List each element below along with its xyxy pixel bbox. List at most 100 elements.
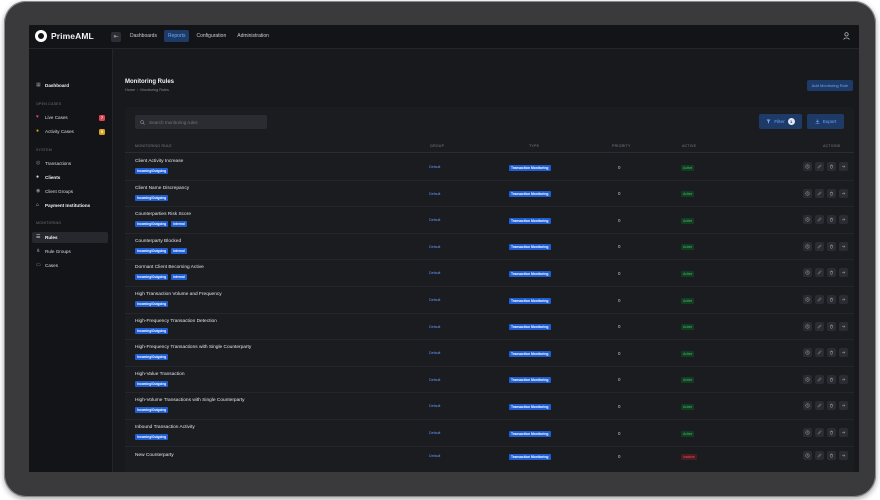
arrow-right-button[interactable]	[839, 428, 848, 437]
group-link[interactable]: Default	[429, 298, 440, 302]
history-button[interactable]	[803, 295, 812, 304]
arrow-right-button[interactable]	[839, 215, 848, 225]
user-icon[interactable]	[843, 32, 850, 40]
arrow-right-button[interactable]	[839, 321, 848, 331]
breadcrumb-home[interactable]: Home	[125, 88, 135, 92]
group-link[interactable]: Default	[429, 245, 440, 249]
history-button[interactable]	[803, 348, 812, 358]
link-button[interactable]	[815, 321, 824, 331]
link-button[interactable]	[815, 215, 824, 225]
history-button[interactable]	[803, 374, 812, 384]
link-button[interactable]	[815, 268, 824, 278]
link-button[interactable]	[815, 295, 824, 304]
sidebar-item-rule-groups[interactable]: ⋔ Rule Groups	[32, 246, 108, 257]
sidebar-item-activity-cases[interactable]: ● Activity Cases 5	[32, 126, 108, 137]
group-link[interactable]: Default	[429, 404, 440, 408]
group-link[interactable]: Default	[429, 431, 440, 435]
table-row[interactable]: High-Volume Transactions with Single Cou…	[125, 393, 854, 420]
delete-button[interactable]	[827, 295, 836, 304]
nav-administration[interactable]: Administration	[233, 30, 273, 42]
header-active[interactable]: ACTIVE	[682, 144, 696, 148]
sidebar-item-dashboard[interactable]: ▦ Dashboard	[32, 80, 108, 91]
group-link[interactable]: Default	[429, 454, 440, 458]
link-button[interactable]	[815, 241, 824, 251]
nav-dashboards[interactable]: Dashboards	[126, 30, 161, 42]
history-button[interactable]	[803, 401, 812, 411]
table-row[interactable]: New Counterparty Default Transaction Monit…	[125, 447, 854, 472]
search-input[interactable]	[149, 119, 259, 125]
table-row[interactable]: Client Name Discrepancy Incoming/Outgoing…	[125, 181, 854, 208]
brand[interactable]: PrimeAML	[35, 30, 94, 42]
delete-button[interactable]	[827, 268, 836, 278]
link-button[interactable]	[815, 162, 824, 171]
sidebar-item-payment-institutions[interactable]: ⌂ Payment Institutions	[32, 200, 108, 211]
link-button[interactable]	[815, 428, 824, 437]
rule-name[interactable]: Inbound Transaction Activity	[135, 425, 195, 430]
table-row[interactable]: High Transaction Volume and Frequency Inc…	[125, 287, 854, 314]
arrow-right-button[interactable]	[839, 374, 848, 384]
rule-name[interactable]: High-Value Transaction	[135, 372, 185, 377]
sidebar-collapse-button[interactable]: ⇤	[111, 32, 121, 42]
group-link[interactable]: Default	[429, 378, 440, 382]
arrow-right-button[interactable]	[839, 162, 848, 171]
history-button[interactable]	[803, 428, 812, 437]
arrow-right-button[interactable]	[839, 451, 848, 461]
arrow-right-button[interactable]	[839, 348, 848, 358]
rule-name[interactable]: Counterparties Risk Score	[135, 212, 191, 217]
table-row[interactable]: High-Frequency Transactions with Single …	[125, 340, 854, 367]
header-monitoring-rule[interactable]: MONITORING RULE	[135, 144, 172, 148]
table-row[interactable]: Client Activity Increase Incoming/Outgoin…	[125, 154, 854, 181]
rule-name[interactable]: High Transaction Volume and Frequency	[135, 292, 222, 297]
arrow-right-button[interactable]	[839, 295, 848, 304]
arrow-right-button[interactable]	[839, 188, 848, 198]
sidebar-item-client-groups[interactable]: ◉ Client Groups	[32, 186, 108, 197]
link-button[interactable]	[815, 188, 824, 198]
sidebar-item-live-cases[interactable]: ♥ Live Cases 7	[32, 112, 108, 123]
filter-button[interactable]: Filter 1	[759, 114, 802, 129]
arrow-right-button[interactable]	[839, 268, 848, 278]
sidebar-item-transactions[interactable]: ◎ Transactions	[32, 158, 108, 169]
nav-configuration[interactable]: Configuration	[192, 30, 230, 42]
rule-name[interactable]: Counterparty Blocked	[135, 239, 181, 244]
group-link[interactable]: Default	[429, 218, 440, 222]
delete-button[interactable]	[827, 162, 836, 171]
table-row[interactable]: Dormant Client Becoming Active Incoming/O…	[125, 260, 854, 287]
table-row[interactable]: Inbound Transaction Activity Incoming/Out…	[125, 420, 854, 447]
export-button[interactable]: Export	[807, 114, 844, 129]
rule-name[interactable]: Client Activity Increase	[135, 159, 183, 164]
table-row[interactable]: Counterparties Risk Score Incoming/Outgoi…	[125, 207, 854, 234]
table-row[interactable]: Counterparty Blocked Incoming/Outgoing Int…	[125, 234, 854, 261]
group-link[interactable]: Default	[429, 351, 440, 355]
rule-name[interactable]: Client Name Discrepancy	[135, 186, 189, 191]
delete-button[interactable]	[827, 374, 836, 384]
delete-button[interactable]	[827, 401, 836, 411]
sidebar-item-clients[interactable]: ● Clients	[32, 172, 108, 183]
history-button[interactable]	[803, 241, 812, 251]
history-button[interactable]	[803, 188, 812, 198]
nav-reports[interactable]: Reports	[163, 30, 190, 42]
delete-button[interactable]	[827, 241, 836, 251]
delete-button[interactable]	[827, 348, 836, 358]
table-row[interactable]: High-Frequency Transaction Detection Inco…	[125, 314, 854, 341]
sidebar-item-cases[interactable]: ▭ Cases	[32, 260, 108, 271]
header-group[interactable]: GROUP	[430, 144, 444, 148]
history-button[interactable]	[803, 162, 812, 171]
delete-button[interactable]	[827, 321, 836, 331]
group-link[interactable]: Default	[429, 165, 440, 169]
delete-button[interactable]	[827, 215, 836, 225]
rule-name[interactable]: High-Frequency Transactions with Single …	[135, 345, 251, 350]
table-row[interactable]: High-Value Transaction Incoming/Outgoing D…	[125, 367, 854, 394]
link-button[interactable]	[815, 348, 824, 358]
delete-button[interactable]	[827, 451, 836, 461]
rule-name[interactable]: Dormant Client Becoming Active	[135, 265, 204, 270]
add-monitoring-rule-button[interactable]: Add Monitoring Rule	[806, 80, 853, 91]
rule-name[interactable]: New Counterparty	[135, 453, 174, 458]
rule-name[interactable]: High-Volume Transactions with Single Cou…	[135, 398, 245, 403]
link-button[interactable]	[815, 374, 824, 384]
rule-name[interactable]: High-Frequency Transaction Detection	[135, 319, 217, 324]
history-button[interactable]	[803, 215, 812, 225]
header-type[interactable]: TYPE	[529, 144, 539, 148]
group-link[interactable]: Default	[429, 271, 440, 275]
link-button[interactable]	[815, 451, 824, 461]
search-box[interactable]	[135, 115, 267, 129]
